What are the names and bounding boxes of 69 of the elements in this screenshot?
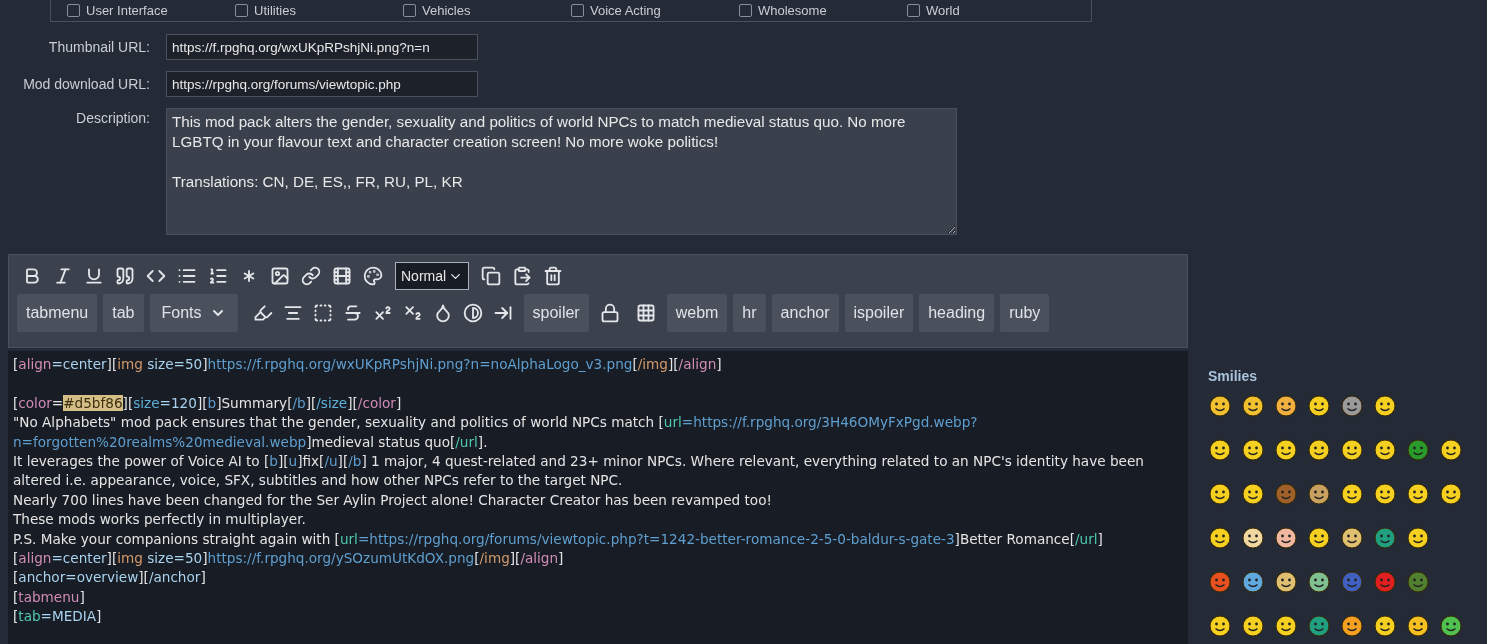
smiley-icon[interactable] [1373, 394, 1397, 418]
smiley-icon[interactable] [1373, 614, 1397, 638]
smiley-icon[interactable] [1307, 614, 1331, 638]
smiley-icon[interactable] [1307, 526, 1331, 550]
smiley-icon[interactable] [1208, 614, 1232, 638]
smiley-icon[interactable] [1373, 438, 1397, 462]
toolbar-button[interactable]: hr [733, 294, 766, 332]
category-checkbox[interactable] [907, 4, 920, 17]
category-checkbox[interactable] [235, 4, 248, 17]
smiley-icon[interactable] [1241, 526, 1265, 550]
smiley-icon[interactable] [1274, 438, 1298, 462]
smiley-icon[interactable] [1406, 614, 1430, 638]
smiley-icon[interactable] [1340, 482, 1364, 506]
toolbar-button[interactable]: webm [666, 294, 728, 332]
toolbar-button[interactable]: ruby [1000, 294, 1050, 332]
smiley-icon[interactable] [1208, 438, 1232, 462]
field-label: Thumbnail URL: [47, 37, 150, 57]
smiley-icon[interactable] [1241, 482, 1265, 506]
smiley-icon[interactable] [1208, 526, 1232, 550]
smilies-heading: Smilies [1208, 367, 1259, 386]
smiley-icon[interactable] [1241, 614, 1265, 638]
category-label: Vehicles [422, 4, 471, 17]
toolbar-button[interactable]: ispoiler [844, 294, 914, 332]
smiley-icon[interactable] [1274, 614, 1298, 638]
smiley-icon[interactable] [1439, 482, 1463, 506]
category-label: Voice Acting [590, 4, 661, 17]
category-label: World [926, 4, 960, 17]
smiley-icon[interactable] [1241, 570, 1265, 594]
category-checkbox[interactable] [739, 4, 752, 17]
smiley-icon[interactable] [1274, 570, 1298, 594]
smiley-icon[interactable] [1307, 438, 1331, 462]
field-label: Description: [75, 109, 150, 128]
smiley-icon[interactable] [1340, 438, 1364, 462]
smiley-icon[interactable] [1274, 394, 1298, 418]
format-select[interactable]: Normal [395, 262, 470, 290]
smiley-icon[interactable] [1307, 482, 1331, 506]
message-editor[interactable]: [align=center][img size=50]https://f.rpghq.org/wxUKpRPshjNi.png?n=noAlphaLogo_v3.png[/img][/align] [color=#d5bf86][size=120][b]Summary[/b][/size][/color] "No Alphabets" mod pack ensures that the gender, sexuality and politics of world NPCs match [url=https://f.rpghq.org/3H46OMyFxPgd.webp?n=forgotten%20realms%20medieval.webp]medieval status quo[/url]. It leverages the power of Voice AI to [b][u]fix[/u][/b] 1 major, 4 quest-related and 23+ minor NPCs. Where relevant, everything related to an NPC's identity have been altered i.e. appearance, voice, SFX, subtitles and how other NPCs refer to the target NPC. Nearly 700 lines have been changed for the Ser Aylin Project alone! Character Creator has been revamped too! These mods works perfectly in multiplayer. P.S. Make your companions straight again with [url=https://rpghq.org/forums/viewtopic.php?t=1242-better-romance-2-5-0-baldur-s-gate-3]Better Romance[/url] [align=center][img size=50]https://f.rpghq.org/ySOzumUtKdOX.png[/img][/align] [anchor=overview][/anchor] [tabmenu] [tab=MEDIA] [8, 351, 1188, 644]
url-field[interactable]: https://f.rpghq.org/wxUKpRPshjNi.png?n=n [166, 34, 478, 60]
category-checkbox[interactable] [403, 4, 416, 17]
description-field[interactable]: This mod pack alters the gender, sexuality and politics of world NPCs to match medieval status quo. No more LGBTQ in your flavour text and character creation screen! No more woke politics! Translations: CN, DE, ES,, FR, RU, PL, KR [166, 108, 957, 235]
category-label: User Interface [86, 4, 168, 17]
smiley-icon[interactable] [1439, 614, 1463, 638]
smiley-icon[interactable] [1274, 526, 1298, 550]
smiley-icon[interactable] [1439, 438, 1463, 462]
toolbar-button[interactable]: tab [103, 294, 144, 332]
smiley-icon[interactable] [1208, 394, 1232, 418]
smiley-icon[interactable] [1208, 482, 1232, 506]
smiley-icon[interactable] [1241, 438, 1265, 462]
toolbar-button[interactable]: tabmenu [17, 294, 98, 332]
smiley-icon[interactable] [1241, 394, 1265, 418]
toolbar-button[interactable]: heading [919, 294, 995, 332]
smiley-icon[interactable] [1340, 614, 1364, 638]
smiley-icon[interactable] [1307, 394, 1331, 418]
smiley-icon[interactable] [1373, 482, 1397, 506]
smiley-icon[interactable] [1373, 526, 1397, 550]
smiley-icon[interactable] [1340, 526, 1364, 550]
smiley-icon[interactable] [1340, 394, 1364, 418]
url-field[interactable]: https://rpghq.org/forums/viewtopic.php [166, 71, 478, 97]
category-checkbox[interactable] [67, 4, 80, 17]
smiley-icon[interactable] [1406, 526, 1430, 550]
toolbar-button[interactable]: anchor [771, 294, 839, 332]
category-checkbox[interactable] [571, 4, 584, 17]
category-label: Wholesome [758, 4, 827, 17]
field-label: Mod download URL: [22, 74, 150, 94]
toolbar-button[interactable]: spoiler [523, 294, 589, 332]
fonts-dropdown[interactable]: Fonts [149, 294, 238, 332]
smiley-icon[interactable] [1406, 482, 1430, 506]
smiley-icon[interactable] [1307, 570, 1331, 594]
category-label: Utilities [254, 4, 296, 17]
